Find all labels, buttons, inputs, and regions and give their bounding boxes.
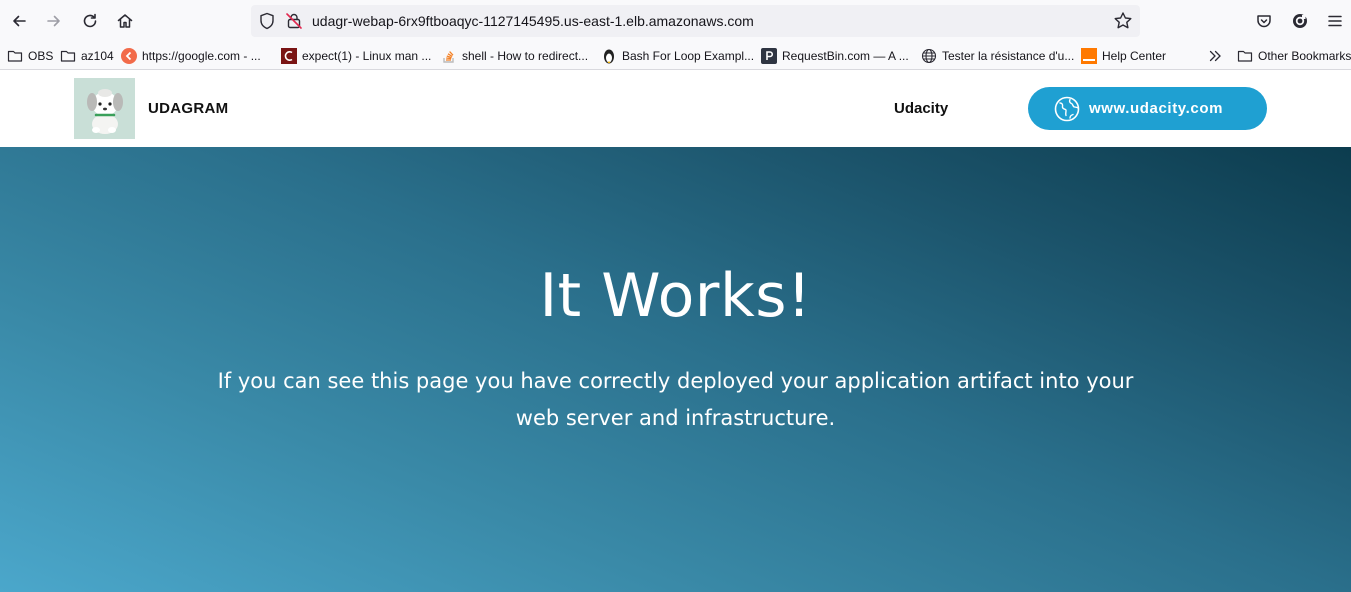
account-button[interactable] <box>1286 7 1314 35</box>
menu-icon <box>1328 15 1342 27</box>
bookmark-help-center[interactable]: Help Center <box>1081 46 1166 66</box>
back-icon <box>13 15 26 27</box>
site-icon <box>1081 48 1097 64</box>
folder-icon <box>60 48 76 64</box>
reload-button[interactable] <box>76 7 104 35</box>
pocket-icon <box>1257 15 1271 28</box>
globe-icon <box>1053 95 1081 123</box>
site-icon <box>761 48 777 64</box>
home-button[interactable] <box>111 7 139 35</box>
star-icon[interactable] <box>1112 10 1134 32</box>
url-text[interactable]: udagr-webap-6rx9ftboaqyc-1127145495.us-e… <box>312 13 754 29</box>
hero-title: It Works! <box>539 261 812 331</box>
bookmark-label: expect(1) - Linux man ... <box>302 49 432 63</box>
brand-name[interactable]: UDAGRAM <box>148 100 228 117</box>
bookmark-az104[interactable]: az104 <box>60 46 114 66</box>
bookmark-requestbin[interactable]: RequestBin.com — A ... <box>761 46 909 66</box>
site-icon <box>281 48 297 64</box>
site-icon <box>601 48 617 64</box>
chevron-double-right-icon <box>1207 48 1223 64</box>
bookmark-obs[interactable]: OBS <box>7 46 53 66</box>
bookmark-label: OBS <box>28 49 54 63</box>
bookmark-label: Bash For Loop Exampl... <box>622 49 755 63</box>
menu-button[interactable] <box>1321 7 1349 35</box>
insecure-lock-icon[interactable] <box>284 11 304 31</box>
forward-icon <box>47 15 60 27</box>
bookmark-expect[interactable]: expect(1) - Linux man ... <box>281 46 431 66</box>
udacity-cta-button[interactable]: www.udacity.com <box>1028 87 1267 130</box>
back-button[interactable] <box>5 7 33 35</box>
bookmark-bash-loop[interactable]: Bash For Loop Exampl... <box>601 46 754 66</box>
stackoverflow-icon <box>441 48 457 64</box>
home-icon <box>117 14 133 28</box>
cta-label: www.udacity.com <box>1089 100 1224 117</box>
bookmark-label: az104 <box>81 49 114 63</box>
bookmark-tester[interactable]: Tester la résistance d'u... <box>921 46 1074 66</box>
other-bookmarks[interactable]: Other Bookmarks <box>1237 46 1351 66</box>
url-bar[interactable]: udagr-webap-6rx9ftboaqyc-1127145495.us-e… <box>251 5 1140 37</box>
site-icon <box>121 48 137 64</box>
hero-description: If you can see this page you have correc… <box>217 369 1134 430</box>
bookmark-label: RequestBin.com — A ... <box>782 49 909 63</box>
bookmark-stackoverflow[interactable]: shell - How to redirect... <box>441 46 588 66</box>
folder-icon <box>7 48 23 64</box>
site-header: UDAGRAM Udacity www.udacity.com <box>0 70 1351 147</box>
dog-logo-icon <box>74 78 135 139</box>
folder-icon <box>1237 48 1253 64</box>
bookmark-google[interactable]: https://google.com - ... <box>121 46 261 66</box>
bookmarks-bar: OBS az104 https://google.com - ... expec… <box>0 42 1351 70</box>
globe-icon <box>921 48 937 64</box>
bookmark-label: Tester la résistance d'u... <box>942 49 1075 63</box>
bookmark-label: shell - How to redirect... <box>462 49 589 63</box>
hero-section: It Works! If you can see this page you h… <box>0 147 1351 592</box>
bookmark-label: https://google.com - ... <box>142 49 261 63</box>
browser-toolbar: udagr-webap-6rx9ftboaqyc-1127145495.us-e… <box>0 0 1351 42</box>
reload-icon <box>83 13 97 28</box>
forward-button[interactable] <box>40 7 68 35</box>
bookmarks-overflow-button[interactable] <box>1207 46 1228 66</box>
shield-icon[interactable] <box>257 11 277 31</box>
nav-link-udacity[interactable]: Udacity <box>894 100 948 117</box>
site-logo[interactable] <box>74 78 135 139</box>
other-bookmarks-label: Other Bookmarks <box>1258 49 1351 63</box>
pocket-button[interactable] <box>1250 7 1278 35</box>
bookmark-label: Help Center <box>1102 49 1167 63</box>
account-icon <box>1293 14 1307 28</box>
